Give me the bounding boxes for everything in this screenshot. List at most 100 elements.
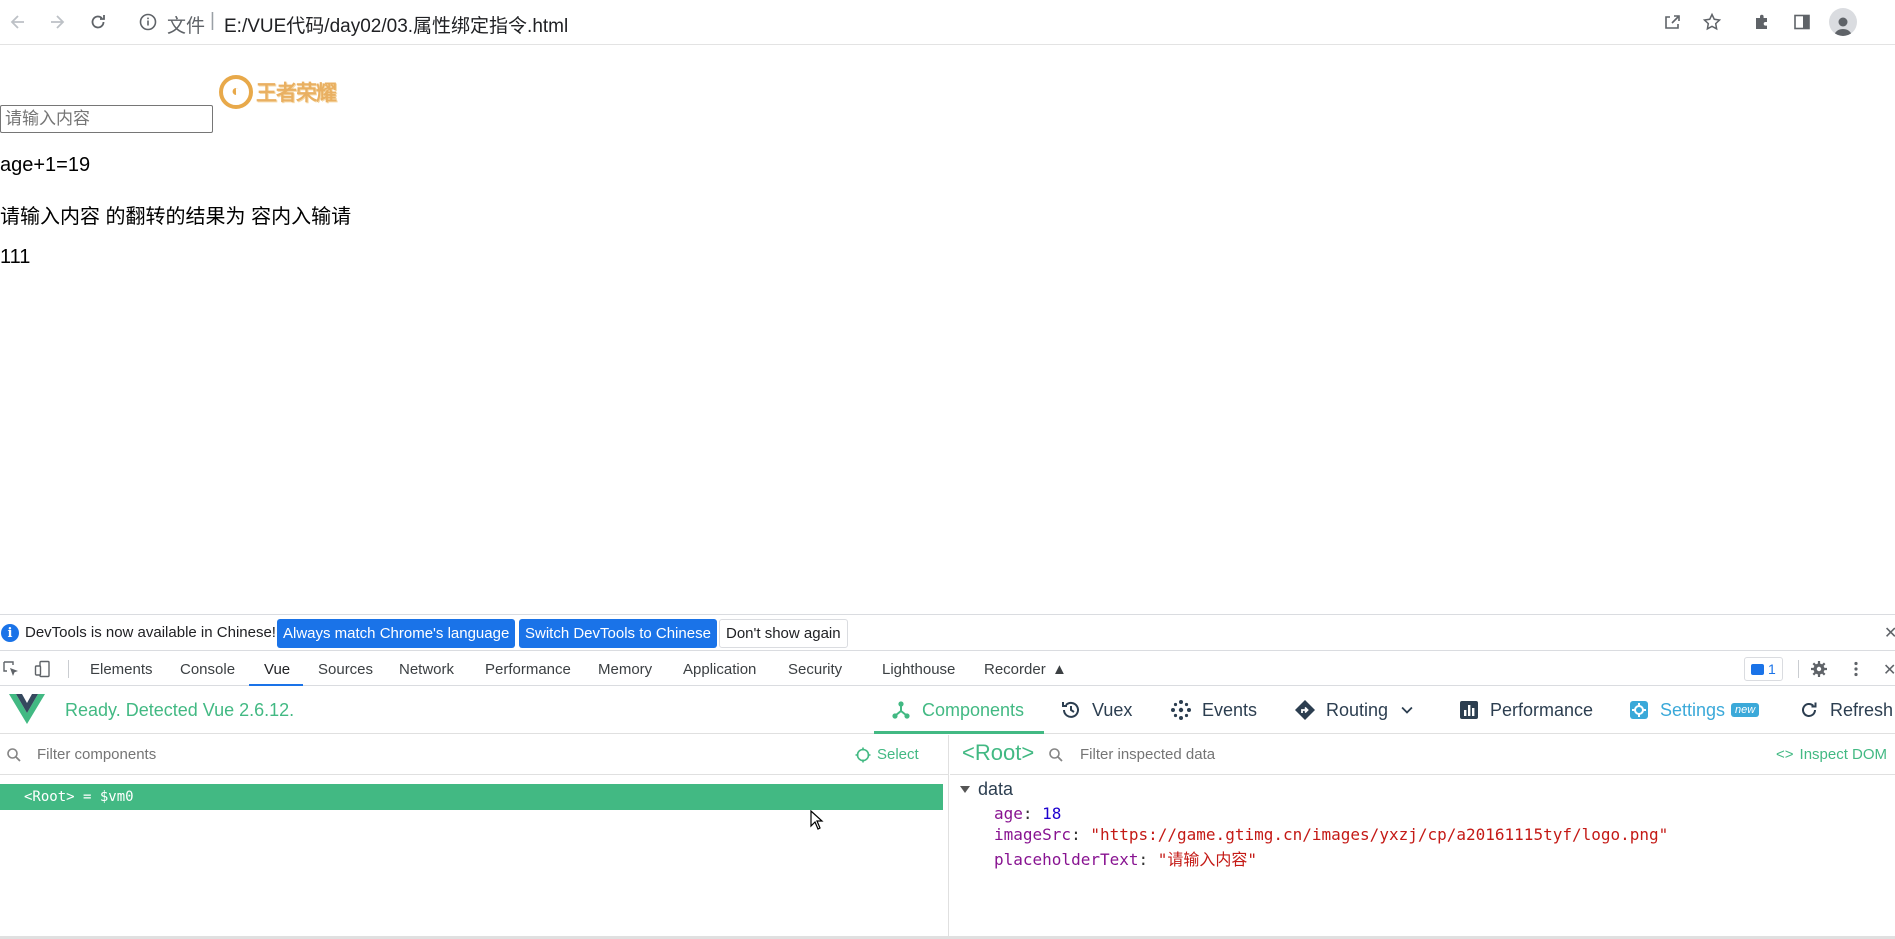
inspect-dom-button[interactable]: <> Inspect DOM xyxy=(1776,746,1887,763)
reverse-result: 请输入内容 的翻转的结果为 容内入输请 xyxy=(0,206,352,228)
arrow-right-icon xyxy=(51,15,65,29)
switch-to-chinese-button[interactable]: Switch DevTools to Chinese xyxy=(519,619,717,648)
tab-performance-vue[interactable]: Performance xyxy=(1458,686,1593,734)
tab-performance[interactable]: Performance xyxy=(485,661,571,678)
prop-key: placeholderText xyxy=(994,850,1139,869)
caret-down-icon xyxy=(960,786,970,793)
prop-value: "https://game.gtimg.cn/images/yxzj/cp/a2… xyxy=(1090,825,1669,844)
data-prop-placeholdertext[interactable]: placeholderText: "请输入内容" xyxy=(994,846,1257,870)
browser-toolbar: 文件 | E:/VUE代码/day02/03.属性绑定指令.html xyxy=(0,0,1895,45)
tab-routing-label: Routing xyxy=(1326,699,1389,720)
inspector-filter-bar: <Root> <> Inspect DOM xyxy=(950,735,1895,775)
component-tree-pane: Select <Root> = $vm0 xyxy=(0,735,949,939)
arrow-left-icon xyxy=(10,15,24,29)
message-icon xyxy=(1751,663,1764,675)
mouse-cursor-icon xyxy=(810,810,824,830)
vue-status: Ready. Detected Vue 2.6.12. xyxy=(65,700,295,720)
puzzle-icon xyxy=(1756,14,1767,29)
search-icon xyxy=(1049,748,1063,762)
issues-counter[interactable]: 1 xyxy=(1744,657,1783,681)
refresh-icon xyxy=(1802,702,1817,717)
star-icon xyxy=(1702,12,1722,31)
events-icon xyxy=(1171,700,1191,720)
prop-key: imageSrc xyxy=(994,825,1072,844)
page-viewport: ◐ 王者荣耀 age+1=19 请输入内容 的翻转的结果为 容内入输请 111 xyxy=(0,46,1895,614)
refresh-label: Refresh xyxy=(1830,699,1894,720)
refresh-button[interactable]: Refresh xyxy=(1798,686,1893,734)
tab-sources[interactable]: Sources xyxy=(318,661,373,678)
device-toolbar-icon[interactable] xyxy=(34,660,52,678)
url-scheme: 文件 xyxy=(167,16,206,37)
routing-icon xyxy=(1295,700,1315,720)
back-button[interactable] xyxy=(4,8,32,36)
inspector-pane: <Root> <> Inspect DOM data age: 18 image… xyxy=(950,735,1895,939)
data-prop-imagesrc[interactable]: imageSrc: "https://game.gtimg.cn/images/… xyxy=(994,825,1668,844)
tab-memory[interactable]: Memory xyxy=(598,661,652,678)
tab-recorder[interactable]: Recorder xyxy=(984,661,1046,678)
tab-settings-label: Settings xyxy=(1660,699,1726,720)
history-icon xyxy=(1062,701,1079,718)
side-panel-icon xyxy=(1794,14,1810,30)
close-devtools-icon[interactable]: ✕ xyxy=(1883,660,1895,680)
dont-show-again-button[interactable]: Don't show again xyxy=(719,619,848,648)
select-component-button[interactable]: Select xyxy=(855,746,919,763)
reload-button[interactable] xyxy=(84,8,112,36)
tab-network[interactable]: Network xyxy=(399,661,454,678)
data-prop-age[interactable]: age: 18 xyxy=(994,804,1061,823)
site-info-icon[interactable] xyxy=(137,11,159,33)
person-icon xyxy=(1834,17,1852,36)
tab-security[interactable]: Security xyxy=(788,661,842,678)
language-infobar: i DevTools is now available in Chinese! … xyxy=(0,614,1895,650)
tab-application[interactable]: Application xyxy=(683,661,756,678)
close-icon[interactable]: ✕ xyxy=(1884,623,1895,643)
reload-icon xyxy=(91,15,105,29)
vue-devtools-header: Ready. Detected Vue 2.6.12. Components V… xyxy=(0,686,1895,734)
inspected-component-title: <Root> xyxy=(962,740,1035,765)
address-bar[interactable]: E:/VUE代码/day02/03.属性绑定指令.html xyxy=(224,11,568,38)
bookmark-button[interactable] xyxy=(1698,8,1726,36)
prop-key: age xyxy=(994,804,1023,823)
tab-settings[interactable]: Settings new xyxy=(1628,686,1760,734)
more-options-icon[interactable] xyxy=(1847,660,1865,678)
prop-separator: : xyxy=(1022,804,1043,823)
share-button[interactable] xyxy=(1658,8,1686,36)
forward-button[interactable] xyxy=(43,8,71,36)
content-input[interactable] xyxy=(0,105,213,133)
active-tab-indicator xyxy=(874,731,1044,734)
inspect-dom-label: Inspect DOM xyxy=(1799,746,1888,763)
filter-components-input[interactable] xyxy=(37,746,817,763)
age-expression: age+1=19 xyxy=(0,154,91,176)
tree-row-root[interactable]: <Root> = $vm0 xyxy=(0,784,943,810)
gear-icon[interactable] xyxy=(1810,660,1828,678)
tab-events-label: Events xyxy=(1202,699,1258,720)
prop-value: 18 xyxy=(1042,804,1062,823)
profile-avatar[interactable] xyxy=(1829,8,1857,36)
tab-routing[interactable]: Routing xyxy=(1294,686,1416,734)
devtools-tab-strip: Elements Console Vue Sources Network Per… xyxy=(0,650,1895,686)
extensions-button[interactable] xyxy=(1748,8,1776,36)
settings-icon xyxy=(1630,701,1648,719)
tab-lighthouse[interactable]: Lighthouse xyxy=(882,661,955,678)
inspect-element-icon[interactable] xyxy=(2,660,20,678)
tab-elements[interactable]: Elements xyxy=(90,661,153,678)
game-logo: ◐ 王者荣耀 xyxy=(219,74,337,110)
tab-vue[interactable]: Vue xyxy=(264,661,290,678)
always-match-language-button[interactable]: Always match Chrome's language xyxy=(277,619,516,648)
tab-vuex[interactable]: Vuex xyxy=(1060,686,1132,734)
logo-mark-icon: ◐ xyxy=(219,75,253,109)
toolbar-divider xyxy=(68,660,69,678)
prop-value: "请输入内容" xyxy=(1157,850,1258,869)
tab-console[interactable]: Console xyxy=(180,661,235,678)
prop-separator: : xyxy=(1138,850,1158,869)
filter-inspected-data-input[interactable] xyxy=(1080,746,1600,763)
logo-text: 王者荣耀 xyxy=(256,82,337,105)
data-section-label: data xyxy=(978,779,1014,799)
tab-events[interactable]: Events xyxy=(1170,686,1257,734)
vue-logo-icon xyxy=(9,694,45,724)
tab-performance-vue-label: Performance xyxy=(1490,699,1594,720)
toolbar-divider xyxy=(1798,660,1799,678)
side-panel-button[interactable] xyxy=(1788,8,1816,36)
code-icon: <> xyxy=(1776,746,1794,763)
data-section-toggle[interactable]: data xyxy=(960,779,1013,800)
tab-components[interactable]: Components xyxy=(890,686,1024,734)
